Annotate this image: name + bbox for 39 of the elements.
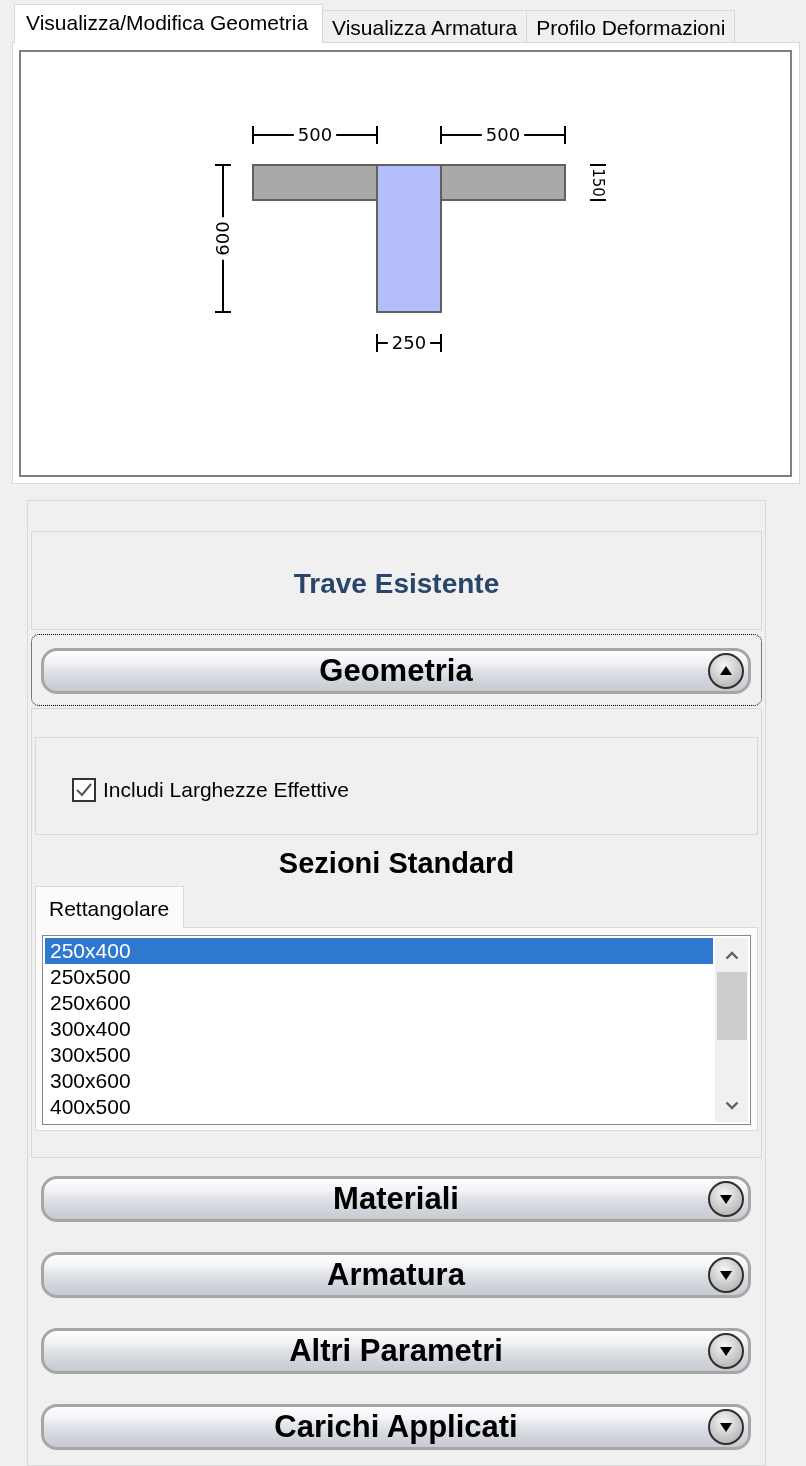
checkbox-label: Includi Larghezze Effettive — [103, 777, 349, 802]
list-item[interactable]: 300x400 — [45, 1016, 713, 1042]
dimension-label: 500 — [485, 124, 521, 145]
dimension-line — [376, 333, 389, 353]
list-item[interactable]: 250x400 — [45, 938, 713, 964]
checkbox[interactable] — [72, 777, 96, 802]
dimension-line — [523, 125, 566, 145]
dimension-line — [214, 164, 232, 219]
panel-title: Trave Esistente — [293, 567, 500, 600]
tab[interactable]: Profilo Deformazioni — [526, 10, 736, 42]
dimension-line — [589, 164, 607, 166]
dimension-label: 600 — [212, 221, 233, 256]
scrollbar-thumb[interactable] — [716, 972, 747, 1040]
dimension-line — [214, 258, 232, 313]
dimension-label: 250 — [391, 332, 427, 353]
section-header-button[interactable]: Materiali — [41, 1176, 751, 1222]
list-item[interactable]: 300x600 — [45, 1068, 713, 1094]
section-header-button[interactable]: Armatura — [41, 1252, 751, 1298]
chevron-up-icon[interactable] — [724, 950, 739, 960]
tab[interactable]: Rettangolare — [35, 886, 185, 928]
dimension-line — [429, 333, 442, 353]
section-heading: Sezioni Standard — [277, 846, 516, 881]
section-header-button[interactable]: Carichi Applicati — [41, 1404, 751, 1450]
dimension-line — [589, 199, 607, 201]
section-header-button[interactable]: Altri Parametri — [41, 1328, 751, 1374]
list-item[interactable]: 300x500 — [45, 1042, 713, 1068]
section-list[interactable]: 250x400 250x500 250x600 300x400 300x500 300x600 400x500 — [42, 935, 751, 1125]
dimension-line — [252, 125, 295, 145]
list-item[interactable]: 400x500 — [45, 1094, 713, 1120]
tab[interactable]: Visualizza/Modifica Geometria — [14, 4, 324, 43]
dimension-line — [335, 125, 378, 145]
list-item[interactable]: 250x500 — [45, 964, 713, 990]
scrollbar[interactable] — [715, 938, 748, 1122]
dimension-line — [440, 125, 483, 145]
chevron-down-icon[interactable] — [724, 1100, 739, 1110]
dimension-label: 150 — [589, 168, 607, 197]
dimension-label: 500 — [297, 124, 333, 145]
section-header-button[interactable]: Geometria — [41, 648, 751, 694]
list-item[interactable]: 250x600 — [45, 990, 713, 1016]
